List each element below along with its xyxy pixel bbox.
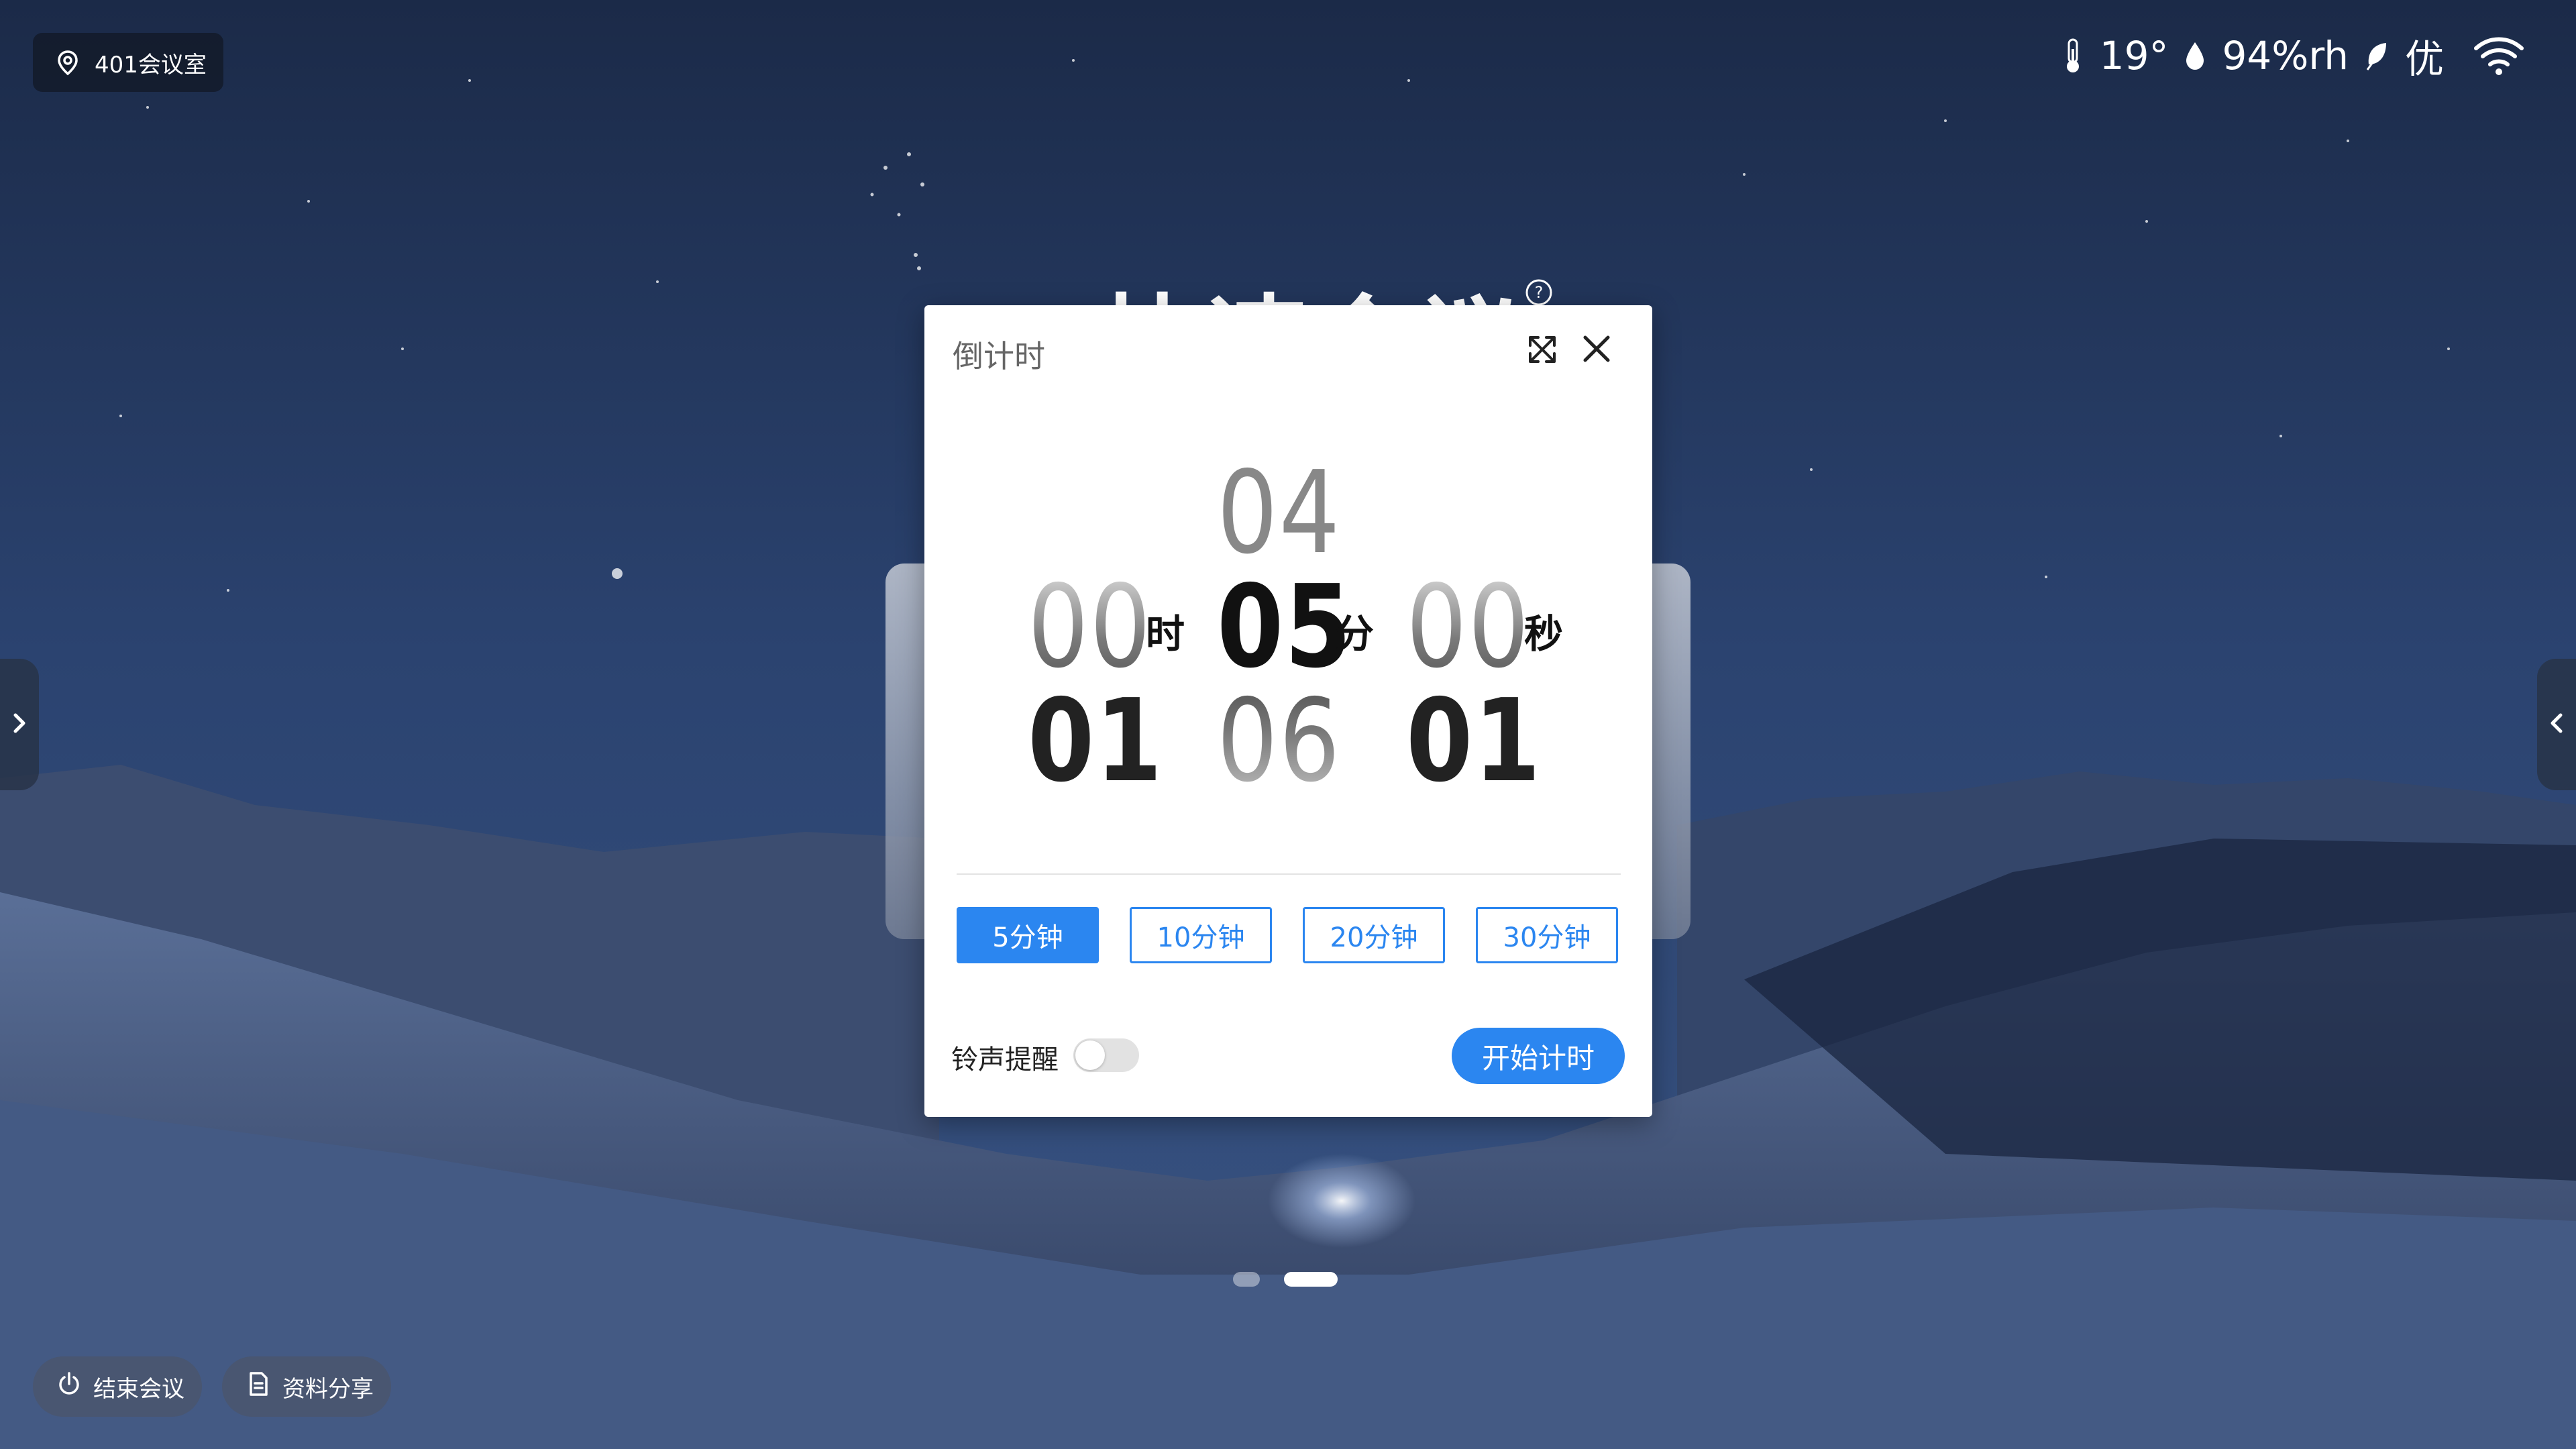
share-files-label: 资料分享 (282, 1375, 374, 1403)
svg-text:?: ? (1535, 283, 1544, 302)
chevron-right-icon (10, 710, 29, 739)
page-dot-1[interactable] (1233, 1272, 1260, 1287)
temperature-value: 19° (2099, 33, 2169, 78)
ring-reminder-toggle[interactable] (1073, 1038, 1139, 1072)
chevron-left-icon (2547, 710, 2566, 739)
page-dot-2[interactable] (1284, 1272, 1338, 1287)
seconds-current[interactable]: 00 (1406, 570, 1530, 684)
document-icon (245, 1371, 272, 1403)
preset-5min-button[interactable]: 5分钟 (957, 907, 1099, 963)
minutes-next[interactable]: 06 (1217, 684, 1341, 798)
minutes-unit: 分 (1335, 611, 1375, 657)
dialog-title: 倒计时 (953, 338, 1045, 374)
room-location-badge: 401会议室 (33, 33, 223, 92)
power-icon (56, 1371, 83, 1403)
hours-unit: 时 (1146, 611, 1185, 657)
seconds-unit: 秒 (1524, 611, 1564, 657)
seconds-next[interactable]: 01 (1406, 684, 1542, 798)
preset-10min-button[interactable]: 10分钟 (1130, 907, 1272, 963)
leaf-icon (2363, 39, 2390, 72)
close-icon[interactable] (1580, 332, 1613, 368)
minutes-current[interactable]: 05 (1217, 570, 1352, 684)
end-meeting-button[interactable]: 结束会议 (33, 1356, 202, 1417)
right-panel-toggle[interactable] (2537, 659, 2576, 790)
expand-icon[interactable] (1526, 333, 1558, 368)
page-indicator (1233, 1272, 1338, 1287)
wifi-icon[interactable] (2472, 34, 2526, 78)
end-meeting-label: 结束会议 (93, 1375, 184, 1403)
share-files-button[interactable]: 资料分享 (222, 1356, 391, 1417)
start-timer-button[interactable]: 开始计时 (1452, 1028, 1625, 1084)
location-pin-icon (53, 48, 83, 77)
divider (957, 873, 1621, 875)
countdown-dialog: 倒计时 00 01 时 04 05 06 分 00 01 秒 5分钟 10分钟 … (924, 305, 1652, 1117)
humidity-value: 94%rh (2222, 33, 2349, 78)
thermometer-icon (2061, 37, 2085, 74)
hours-current[interactable]: 00 (1028, 570, 1152, 684)
left-panel-toggle[interactable] (0, 659, 39, 790)
air-quality-value: 优 (2404, 36, 2444, 82)
preset-20min-button[interactable]: 20分钟 (1303, 907, 1445, 963)
minutes-prev[interactable]: 04 (1217, 456, 1341, 570)
preset-30min-button[interactable]: 30分钟 (1476, 907, 1618, 963)
hours-next[interactable]: 01 (1028, 684, 1163, 798)
droplet-icon (2183, 38, 2207, 73)
room-name: 401会议室 (95, 51, 207, 78)
environment-status-bar: 19° 94%rh 优 (2061, 27, 2526, 85)
toggle-knob (1075, 1040, 1105, 1070)
ring-reminder-label: 铃声提醒 (951, 1044, 1059, 1075)
